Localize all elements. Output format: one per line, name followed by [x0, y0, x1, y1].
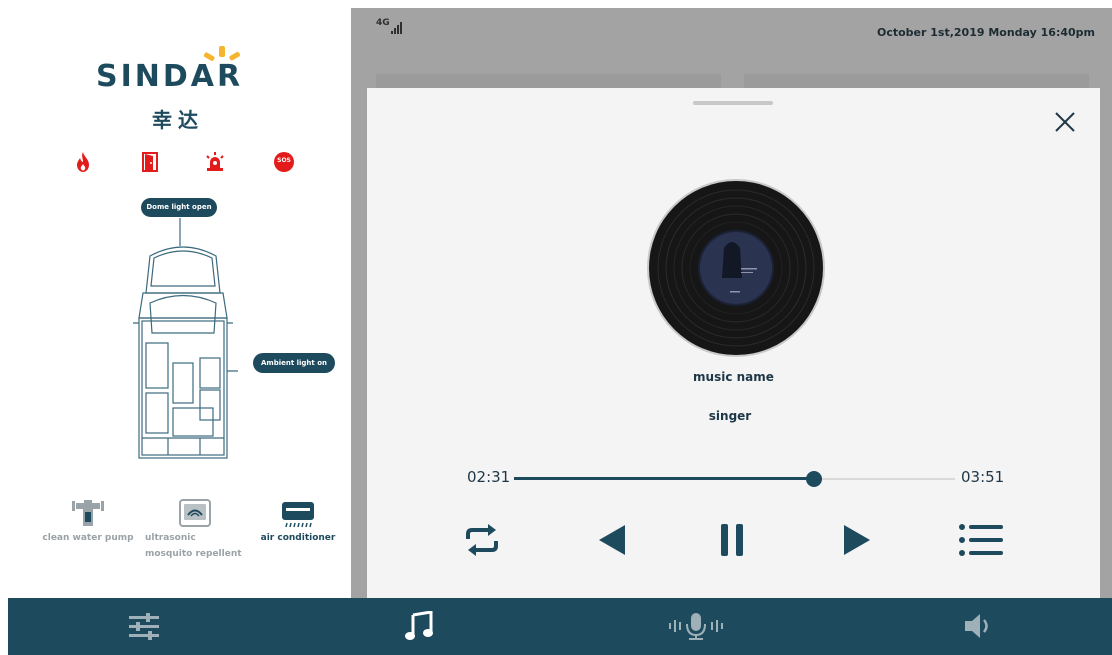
sindar-logo-icon: SINDAR: [96, 46, 243, 94]
sliders-icon: [129, 613, 159, 640]
device-mosquito-repellent[interactable]: ultrasonic mosquito repellent: [138, 496, 252, 562]
network-type: 4G: [376, 18, 390, 28]
fire-alert[interactable]: [72, 151, 94, 173]
left-panel: SINDAR 幸达 SOS Dome light open Ambient li…: [8, 8, 351, 598]
brand-name-cn: 幸达: [152, 108, 204, 132]
status-bar: 4G October 1st,2019 Monday 16:40pm: [351, 8, 1112, 48]
progress-bar[interactable]: [514, 471, 955, 487]
sos-label: SOS: [277, 157, 291, 164]
device-air-conditioner[interactable]: air conditioner: [255, 496, 341, 546]
music-note-icon: [405, 611, 433, 640]
datetime: October 1st,2019 Monday 16:40pm: [876, 26, 1095, 39]
close-button[interactable]: [1051, 108, 1079, 136]
music-player-sheet: music name singer 02:31 03:51: [367, 88, 1100, 598]
main-area: 4G October 1st,2019 Monday 16:40pm music…: [351, 8, 1112, 598]
vehicle-diagram: [133, 218, 238, 459]
device-label: air conditioner: [260, 533, 336, 543]
next-icon: [844, 525, 870, 555]
brand-name: SINDAR: [96, 59, 243, 88]
total-time: 03:51: [961, 468, 1005, 486]
dome-light-label[interactable]: Dome light open: [141, 198, 217, 217]
air-conditioner-icon: [282, 502, 314, 528]
speaker-icon: [965, 614, 988, 638]
previous-button[interactable]: [592, 520, 632, 560]
device-label: clean water pump: [42, 533, 134, 543]
siren-icon: [206, 152, 224, 171]
vinyl-record-icon: [647, 179, 825, 357]
progress-fill: [514, 477, 814, 480]
nav-music[interactable]: [399, 606, 439, 646]
playlist-icon: [959, 524, 1003, 556]
door-icon: [142, 152, 158, 172]
device-clean-water-pump[interactable]: clean water pump: [40, 496, 136, 546]
album-record: [646, 178, 826, 358]
pause-button[interactable]: [712, 520, 752, 560]
pause-icon: [721, 524, 743, 556]
alarm-alert[interactable]: [204, 151, 226, 173]
sos-alert[interactable]: SOS: [273, 151, 295, 173]
bottom-nav: [8, 598, 1112, 655]
singer-name: singer: [708, 409, 752, 423]
nav-voice[interactable]: [666, 606, 726, 646]
repeat-button[interactable]: [462, 520, 502, 560]
device-label: ultrasonic mosquito repellent: [145, 533, 242, 559]
elapsed-time: 02:31: [467, 468, 511, 486]
sheet-drag-handle[interactable]: [693, 101, 773, 105]
background-card: [376, 74, 721, 89]
water-pump-icon: [72, 500, 104, 526]
ambient-light-label[interactable]: Ambient light on: [253, 353, 335, 373]
fire-icon: [77, 152, 89, 172]
previous-icon: [599, 525, 625, 555]
background-card: [744, 74, 1089, 89]
microphone-icon: [669, 613, 723, 640]
track-name: music name: [693, 370, 774, 384]
progress-knob[interactable]: [805, 471, 822, 487]
network-indicator: 4G: [376, 18, 402, 34]
mosquito-repellent-icon: [179, 499, 211, 527]
next-button[interactable]: [837, 520, 877, 560]
nav-settings[interactable]: [124, 606, 164, 646]
signal-icon: [390, 22, 402, 34]
playlist-button[interactable]: [957, 520, 1005, 560]
door-alert[interactable]: [139, 151, 161, 173]
close-icon: [1055, 112, 1075, 132]
nav-volume[interactable]: [958, 606, 998, 646]
repeat-icon: [466, 524, 498, 556]
brand-logo: SINDAR: [96, 46, 271, 94]
